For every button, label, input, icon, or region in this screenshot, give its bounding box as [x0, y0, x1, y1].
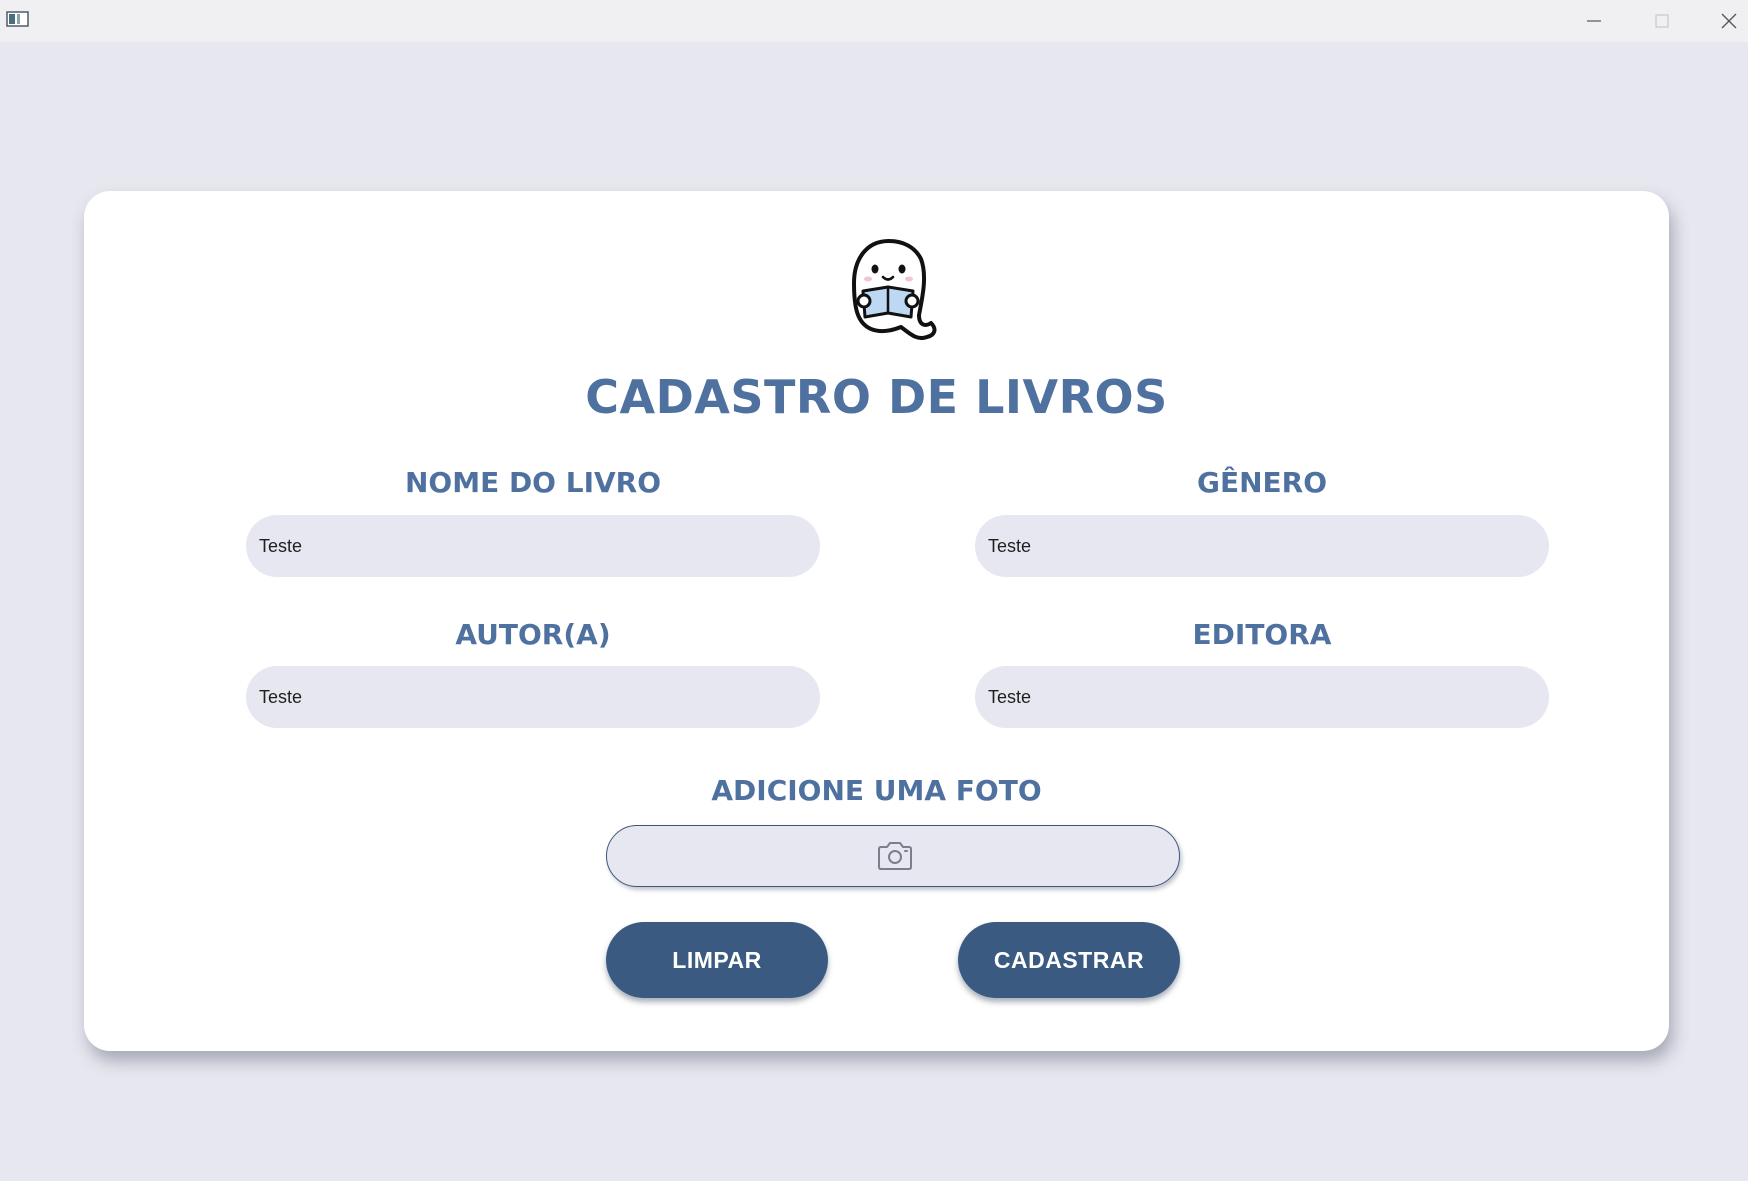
maximize-icon[interactable] [1634, 6, 1690, 36]
author-label: AUTOR(A) [455, 618, 611, 651]
author-input[interactable] [246, 666, 820, 728]
book-registration-card: CADASTRO DE LIVROS NOME DO LIVRO GÊNERO … [84, 191, 1669, 1051]
window-titlebar [0, 0, 1748, 42]
publisher-input[interactable] [975, 666, 1549, 728]
camera-icon [878, 842, 912, 870]
publisher-label: EDITORA [1192, 618, 1332, 651]
page-title: CADASTRO DE LIVROS [585, 370, 1168, 424]
genre-label: GÊNERO [1196, 466, 1328, 499]
add-photo-button[interactable] [606, 825, 1180, 887]
register-button[interactable]: CADASTRAR [958, 922, 1180, 998]
book-name-input[interactable] [246, 515, 820, 577]
genre-input[interactable] [975, 515, 1549, 577]
add-photo-label: ADICIONE UMA FOTO [711, 774, 1042, 807]
app-icon [6, 11, 29, 27]
ghost-reading-book-icon [852, 239, 937, 340]
close-icon[interactable] [1701, 6, 1748, 36]
minimize-icon[interactable] [1566, 6, 1622, 36]
book-name-label: NOME DO LIVRO [404, 466, 662, 499]
clear-button[interactable]: LIMPAR [606, 922, 828, 998]
